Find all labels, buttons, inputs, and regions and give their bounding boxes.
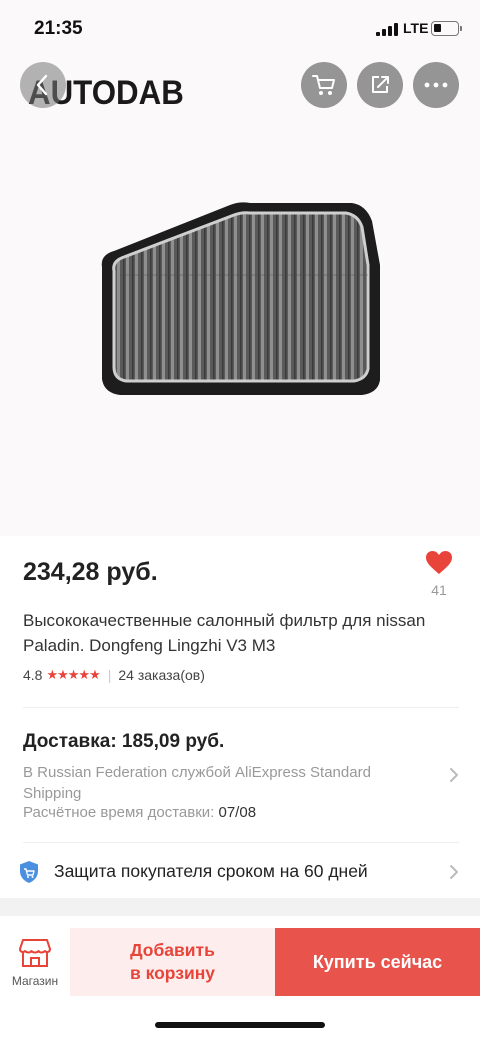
share-button[interactable] bbox=[357, 62, 403, 108]
delivery-time: Расчётное время доставки: 07/08 bbox=[23, 804, 256, 821]
favorites-count: 41 bbox=[431, 582, 447, 598]
rating-row[interactable]: 4.8 ★★★★★ | 24 заказа(ов) bbox=[23, 667, 205, 683]
product-title: Высококачественные салонный фильтр для n… bbox=[23, 611, 426, 655]
store-label: Магазин bbox=[11, 974, 59, 988]
product-price: 234,28 руб. bbox=[23, 558, 158, 586]
heart-icon bbox=[426, 551, 452, 574]
section-spacer bbox=[0, 898, 480, 916]
rating-separator: | bbox=[107, 667, 112, 683]
add-to-cart-button[interactable]: Добавить в корзину bbox=[70, 928, 275, 996]
home-indicator[interactable] bbox=[155, 1022, 325, 1028]
battery-tip bbox=[460, 26, 462, 31]
cart-button[interactable] bbox=[301, 62, 347, 108]
add-to-cart-label-line2: в корзину bbox=[129, 963, 216, 983]
rating-value: 4.8 bbox=[23, 667, 43, 683]
add-to-cart-label-line1: Добавить bbox=[130, 940, 215, 960]
section-divider bbox=[23, 842, 459, 843]
network-label: LTE bbox=[403, 20, 429, 36]
back-button[interactable] bbox=[20, 62, 66, 108]
chevron-right-icon bbox=[450, 865, 458, 879]
back-arrow-icon bbox=[36, 74, 48, 96]
buyer-protection-text: Защита покупателя сроком на 60 дней bbox=[54, 861, 368, 881]
delivery-title: Доставка: 185,09 руб. bbox=[23, 731, 225, 752]
battery-icon bbox=[431, 21, 459, 36]
more-button[interactable] bbox=[413, 62, 459, 108]
share-icon bbox=[372, 76, 389, 93]
store-icon bbox=[19, 939, 51, 967]
delivery-time-value: 07/08 bbox=[218, 804, 257, 821]
section-divider bbox=[23, 707, 459, 708]
buy-now-button[interactable]: Купить сейчас bbox=[275, 928, 480, 996]
more-icon bbox=[424, 82, 448, 88]
cabin-filter-image bbox=[101, 202, 380, 395]
chevron-right-icon bbox=[450, 768, 458, 782]
store-button[interactable]: Магазин bbox=[0, 928, 70, 996]
delivery-time-label: Расчётное время доставки: bbox=[23, 804, 215, 821]
signal-icon bbox=[376, 22, 398, 36]
shield-cart-icon bbox=[20, 861, 38, 883]
rating-stars: ★★★★★ bbox=[46, 667, 100, 682]
orders-count: 24 заказа(ов) bbox=[118, 667, 205, 683]
status-time: 21:35 bbox=[34, 18, 83, 39]
status-bar: 21:35 LTE bbox=[0, 0, 480, 56]
delivery-description: В Russian Federation службой AliExpress … bbox=[23, 764, 371, 802]
cart-icon bbox=[312, 75, 335, 95]
bottom-action-bar: Магазин Добавить в корзину Купить сейчас bbox=[0, 928, 480, 996]
favorite-button[interactable]: 41 bbox=[420, 550, 458, 598]
buy-now-label: Купить сейчас bbox=[312, 951, 443, 972]
